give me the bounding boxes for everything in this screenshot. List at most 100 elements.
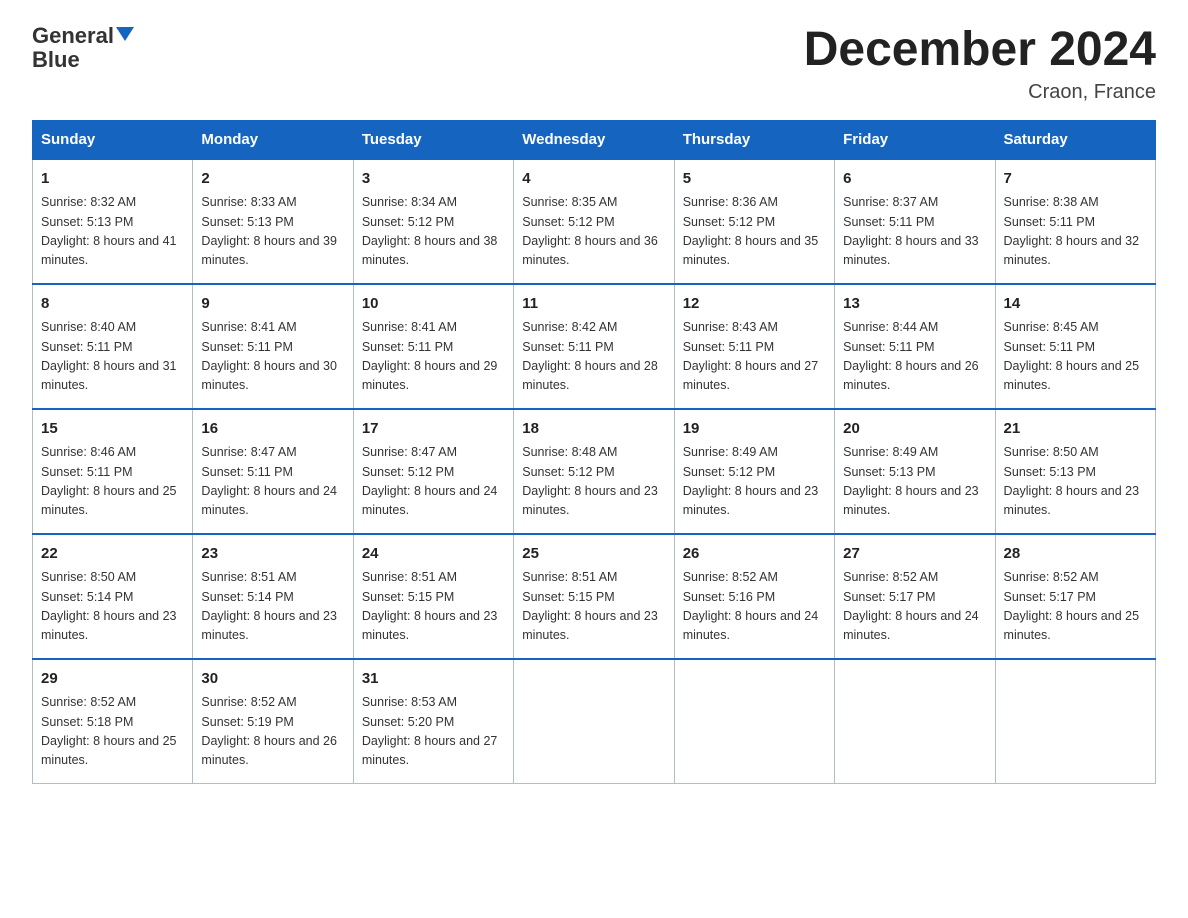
calendar-week-row: 8 Sunrise: 8:40 AMSunset: 5:11 PMDayligh… [33,284,1156,409]
day-detail: Sunrise: 8:41 AMSunset: 5:11 PMDaylight:… [201,320,337,392]
calendar-cell: 26 Sunrise: 8:52 AMSunset: 5:16 PMDaylig… [674,534,834,659]
calendar-cell: 2 Sunrise: 8:33 AMSunset: 5:13 PMDayligh… [193,159,353,284]
day-detail: Sunrise: 8:52 AMSunset: 5:16 PMDaylight:… [683,570,819,642]
day-of-week-header: Friday [835,120,995,159]
location: Craon, France [804,81,1156,104]
calendar-cell: 4 Sunrise: 8:35 AMSunset: 5:12 PMDayligh… [514,159,674,284]
calendar-cell: 5 Sunrise: 8:36 AMSunset: 5:12 PMDayligh… [674,159,834,284]
day-number: 21 [1004,418,1147,441]
calendar-cell: 8 Sunrise: 8:40 AMSunset: 5:11 PMDayligh… [33,284,193,409]
day-of-week-header: Thursday [674,120,834,159]
day-detail: Sunrise: 8:52 AMSunset: 5:18 PMDaylight:… [41,695,177,767]
day-number: 26 [683,543,826,566]
day-detail: Sunrise: 8:46 AMSunset: 5:11 PMDaylight:… [41,445,177,517]
calendar-cell: 25 Sunrise: 8:51 AMSunset: 5:15 PMDaylig… [514,534,674,659]
day-detail: Sunrise: 8:43 AMSunset: 5:11 PMDaylight:… [683,320,819,392]
calendar-table: SundayMondayTuesdayWednesdayThursdayFrid… [32,120,1156,784]
day-number: 12 [683,293,826,316]
day-detail: Sunrise: 8:53 AMSunset: 5:20 PMDaylight:… [362,695,498,767]
logo-text-blue: Blue [32,48,80,72]
day-detail: Sunrise: 8:52 AMSunset: 5:19 PMDaylight:… [201,695,337,767]
day-detail: Sunrise: 8:51 AMSunset: 5:14 PMDaylight:… [201,570,337,642]
day-detail: Sunrise: 8:47 AMSunset: 5:12 PMDaylight:… [362,445,498,517]
logo: General Blue [32,24,134,72]
calendar-week-row: 15 Sunrise: 8:46 AMSunset: 5:11 PMDaylig… [33,409,1156,534]
calendar-cell: 14 Sunrise: 8:45 AMSunset: 5:11 PMDaylig… [995,284,1155,409]
calendar-cell: 23 Sunrise: 8:51 AMSunset: 5:14 PMDaylig… [193,534,353,659]
day-number: 19 [683,418,826,441]
calendar-cell: 10 Sunrise: 8:41 AMSunset: 5:11 PMDaylig… [353,284,513,409]
day-number: 4 [522,168,665,191]
day-of-week-header: Wednesday [514,120,674,159]
day-number: 28 [1004,543,1147,566]
day-number: 30 [201,668,344,691]
calendar-cell [835,659,995,784]
day-of-week-header: Sunday [33,120,193,159]
day-number: 1 [41,168,184,191]
day-number: 8 [41,293,184,316]
month-title: December 2024 [804,24,1156,77]
calendar-cell: 20 Sunrise: 8:49 AMSunset: 5:13 PMDaylig… [835,409,995,534]
day-detail: Sunrise: 8:50 AMSunset: 5:14 PMDaylight:… [41,570,177,642]
day-detail: Sunrise: 8:38 AMSunset: 5:11 PMDaylight:… [1004,195,1140,267]
calendar-cell: 24 Sunrise: 8:51 AMSunset: 5:15 PMDaylig… [353,534,513,659]
calendar-cell: 6 Sunrise: 8:37 AMSunset: 5:11 PMDayligh… [835,159,995,284]
calendar-cell: 11 Sunrise: 8:42 AMSunset: 5:11 PMDaylig… [514,284,674,409]
calendar-cell: 19 Sunrise: 8:49 AMSunset: 5:12 PMDaylig… [674,409,834,534]
day-detail: Sunrise: 8:37 AMSunset: 5:11 PMDaylight:… [843,195,979,267]
day-number: 6 [843,168,986,191]
calendar-week-row: 29 Sunrise: 8:52 AMSunset: 5:18 PMDaylig… [33,659,1156,784]
day-detail: Sunrise: 8:45 AMSunset: 5:11 PMDaylight:… [1004,320,1140,392]
day-number: 9 [201,293,344,316]
day-detail: Sunrise: 8:44 AMSunset: 5:11 PMDaylight:… [843,320,979,392]
calendar-week-row: 1 Sunrise: 8:32 AMSunset: 5:13 PMDayligh… [33,159,1156,284]
day-number: 3 [362,168,505,191]
day-number: 14 [1004,293,1147,316]
day-detail: Sunrise: 8:34 AMSunset: 5:12 PMDaylight:… [362,195,498,267]
calendar-cell: 7 Sunrise: 8:38 AMSunset: 5:11 PMDayligh… [995,159,1155,284]
day-number: 15 [41,418,184,441]
day-number: 2 [201,168,344,191]
day-number: 22 [41,543,184,566]
calendar-cell: 27 Sunrise: 8:52 AMSunset: 5:17 PMDaylig… [835,534,995,659]
day-of-week-header: Tuesday [353,120,513,159]
day-number: 7 [1004,168,1147,191]
logo-text-general: General [32,24,114,48]
calendar-cell: 13 Sunrise: 8:44 AMSunset: 5:11 PMDaylig… [835,284,995,409]
day-detail: Sunrise: 8:41 AMSunset: 5:11 PMDaylight:… [362,320,498,392]
day-number: 20 [843,418,986,441]
day-number: 27 [843,543,986,566]
calendar-cell [514,659,674,784]
day-number: 31 [362,668,505,691]
page-header: General Blue December 2024 Craon, France [32,24,1156,104]
day-number: 17 [362,418,505,441]
day-detail: Sunrise: 8:36 AMSunset: 5:12 PMDaylight:… [683,195,819,267]
day-detail: Sunrise: 8:51 AMSunset: 5:15 PMDaylight:… [522,570,658,642]
calendar-cell: 28 Sunrise: 8:52 AMSunset: 5:17 PMDaylig… [995,534,1155,659]
day-number: 25 [522,543,665,566]
calendar-cell: 15 Sunrise: 8:46 AMSunset: 5:11 PMDaylig… [33,409,193,534]
day-detail: Sunrise: 8:49 AMSunset: 5:13 PMDaylight:… [843,445,979,517]
day-detail: Sunrise: 8:47 AMSunset: 5:11 PMDaylight:… [201,445,337,517]
day-detail: Sunrise: 8:52 AMSunset: 5:17 PMDaylight:… [843,570,979,642]
calendar-cell: 29 Sunrise: 8:52 AMSunset: 5:18 PMDaylig… [33,659,193,784]
calendar-cell: 21 Sunrise: 8:50 AMSunset: 5:13 PMDaylig… [995,409,1155,534]
day-number: 11 [522,293,665,316]
calendar-cell: 18 Sunrise: 8:48 AMSunset: 5:12 PMDaylig… [514,409,674,534]
day-detail: Sunrise: 8:33 AMSunset: 5:13 PMDaylight:… [201,195,337,267]
calendar-cell: 12 Sunrise: 8:43 AMSunset: 5:11 PMDaylig… [674,284,834,409]
day-number: 23 [201,543,344,566]
calendar-cell: 30 Sunrise: 8:52 AMSunset: 5:19 PMDaylig… [193,659,353,784]
calendar-cell: 16 Sunrise: 8:47 AMSunset: 5:11 PMDaylig… [193,409,353,534]
calendar-cell: 3 Sunrise: 8:34 AMSunset: 5:12 PMDayligh… [353,159,513,284]
calendar-body: 1 Sunrise: 8:32 AMSunset: 5:13 PMDayligh… [33,159,1156,784]
day-number: 10 [362,293,505,316]
day-number: 29 [41,668,184,691]
calendar-cell: 1 Sunrise: 8:32 AMSunset: 5:13 PMDayligh… [33,159,193,284]
day-number: 16 [201,418,344,441]
day-detail: Sunrise: 8:35 AMSunset: 5:12 PMDaylight:… [522,195,658,267]
calendar-header-row: SundayMondayTuesdayWednesdayThursdayFrid… [33,120,1156,159]
day-detail: Sunrise: 8:52 AMSunset: 5:17 PMDaylight:… [1004,570,1140,642]
calendar-cell [995,659,1155,784]
day-number: 13 [843,293,986,316]
